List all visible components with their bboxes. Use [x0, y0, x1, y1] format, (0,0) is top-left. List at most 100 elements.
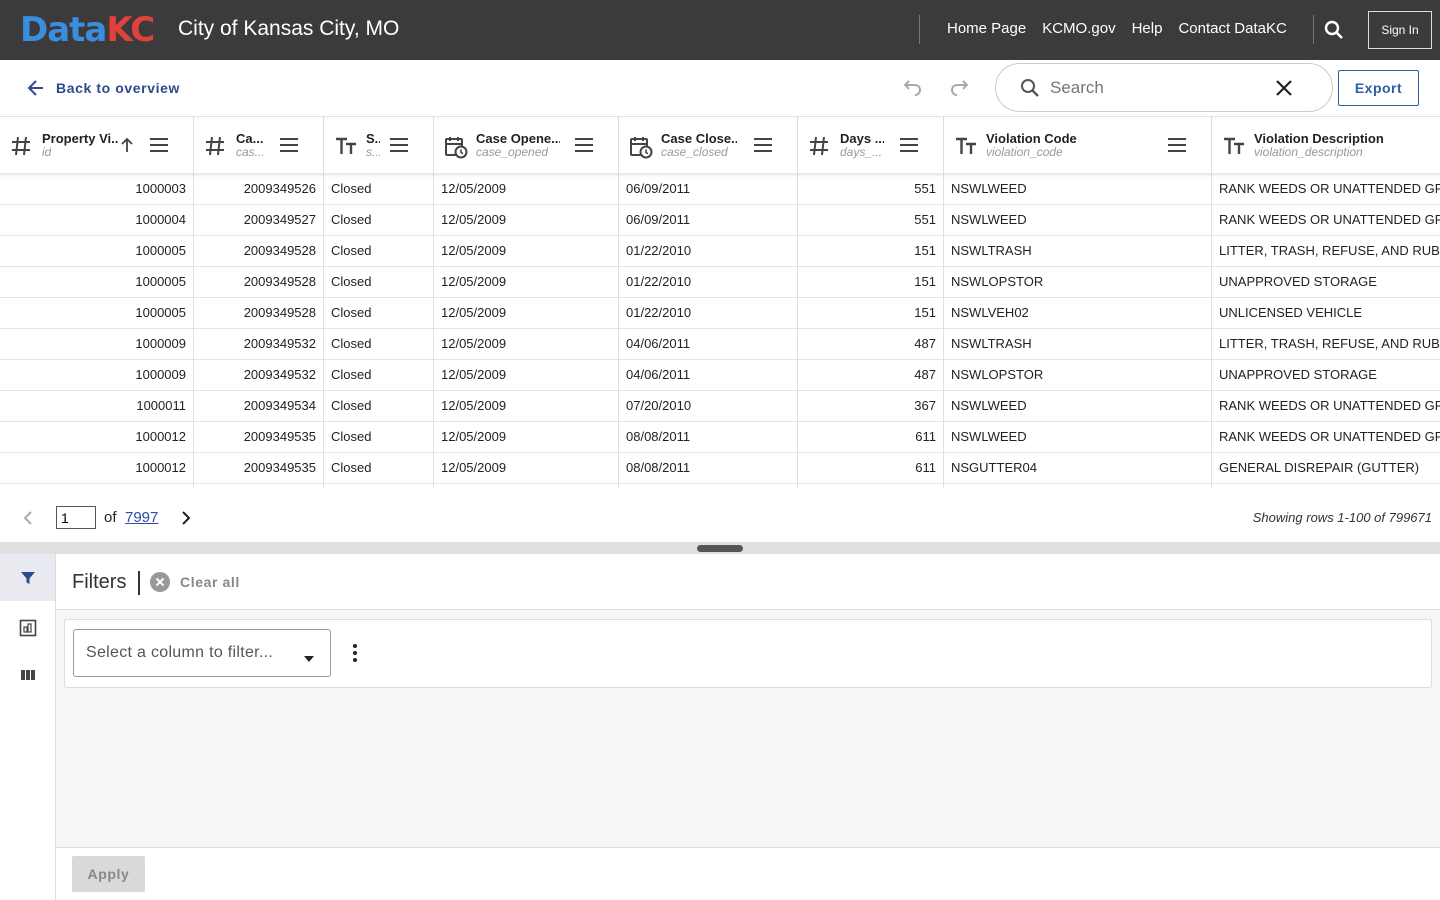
table-cell: 04/06/2011 [619, 360, 798, 391]
table-row[interactable]: 1000005 2009349528 Closed 12/05/2009 01/22/2… [0, 236, 1440, 267]
table-cell [944, 484, 1212, 488]
table-row[interactable] [0, 484, 1440, 488]
table-row[interactable]: 1000005 2009349528 Closed 12/05/2009 01/22/2… [0, 267, 1440, 298]
table-row[interactable]: 1000011 2009349534 Closed 12/05/2009 07/20/2… [0, 391, 1440, 422]
table-row[interactable]: 1000009 2009349532 Closed 12/05/2009 04/06/2… [0, 329, 1440, 360]
table-cell: 151 [798, 267, 944, 298]
column-header[interactable]: Violation Code violation_code [944, 117, 1212, 173]
column-menu-icon[interactable] [390, 137, 408, 153]
table-row[interactable]: 1000004 2009349527 Closed 12/05/2009 06/09/2… [0, 205, 1440, 236]
column-header[interactable]: Property Vi... id [0, 117, 194, 173]
logo-kc-text: KC [106, 10, 155, 50]
search-icon [1020, 78, 1040, 103]
column-title: Violation Description [1254, 131, 1384, 146]
column-filter-select[interactable]: Select a column to filter... [73, 629, 331, 677]
table-cell: 611 [798, 422, 944, 453]
export-button[interactable]: Export [1338, 70, 1419, 106]
row-count-status: Showing rows 1-100 of 799671 [1252, 510, 1432, 525]
table-cell: 1000004 [0, 205, 194, 236]
sidebar-item-visualize[interactable] [0, 604, 55, 651]
table-cell: 12/05/2009 [434, 329, 619, 360]
table-row[interactable]: 1000003 2009349526 Closed 12/05/2009 06/09/2… [0, 174, 1440, 205]
next-page-icon[interactable] [178, 510, 194, 531]
table-cell: 487 [798, 360, 944, 391]
page-number-input[interactable] [56, 506, 96, 529]
column-title: Days ... [840, 131, 884, 146]
column-header[interactable]: Case Opene... case_opened [434, 117, 619, 173]
table-cell: UNLICENSED VEHICLE [1212, 298, 1440, 329]
logo-data-text: Data [20, 10, 107, 50]
total-pages-link[interactable]: 7997 [125, 509, 158, 526]
table-cell: 2009349535 [194, 453, 324, 484]
table-cell: 2009349528 [194, 236, 324, 267]
table-cell: 12/05/2009 [434, 267, 619, 298]
table-cell: 2009349527 [194, 205, 324, 236]
clear-all-button[interactable]: Clear all [150, 572, 240, 592]
table-cell: Closed [324, 267, 434, 298]
redo-icon[interactable] [948, 76, 972, 100]
table-row[interactable]: 1000012 2009349535 Closed 12/05/2009 08/08/2… [0, 453, 1440, 484]
nav-contact-datakc[interactable]: Contact DataKC [1178, 20, 1286, 37]
apply-button[interactable]: Apply [72, 856, 145, 892]
table-cell: 2009349535 [194, 422, 324, 453]
column-menu-icon[interactable] [575, 137, 593, 153]
column-field-name: days_... [840, 145, 883, 159]
clear-search-icon[interactable] [1274, 78, 1294, 103]
column-menu-icon[interactable] [754, 137, 772, 153]
nav-kcmo-gov[interactable]: KCMO.gov [1042, 20, 1115, 37]
column-menu-icon[interactable] [150, 137, 168, 153]
column-field-name: violation_description [1254, 145, 1363, 159]
table-cell: 08/08/2011 [619, 453, 798, 484]
table-cell: NSWLWEED [944, 391, 1212, 422]
sidebar-item-filters[interactable] [0, 554, 55, 601]
sidebar-item-columns[interactable] [0, 651, 55, 698]
undo-icon[interactable] [900, 76, 924, 100]
table-cell: LITTER, TRASH, REFUSE, AND RUBBISH [1212, 329, 1440, 360]
nav-home-page[interactable]: Home Page [947, 20, 1026, 37]
previous-page-icon[interactable] [20, 510, 36, 531]
column-header[interactable]: S...s... [324, 117, 434, 173]
table-row[interactable]: 1000009 2009349532 Closed 12/05/2009 04/06/2… [0, 360, 1440, 391]
site-title[interactable]: City of Kansas City, MO [178, 17, 399, 41]
table-cell: NSGUTTER04 [944, 453, 1212, 484]
table-cell: 1000005 [0, 236, 194, 267]
table-cell: Closed [324, 174, 434, 205]
table-cell: 151 [798, 236, 944, 267]
divider [919, 15, 920, 44]
table-row[interactable]: 1000012 2009349535 Closed 12/05/2009 08/08/2… [0, 422, 1440, 453]
column-header[interactable]: Violation Description violation_descripti… [1212, 117, 1440, 173]
table-cell: Closed [324, 391, 434, 422]
table-cell: 01/22/2010 [619, 236, 798, 267]
table-cell: 12/05/2009 [434, 298, 619, 329]
table-cell [1212, 484, 1440, 488]
table-cell: 2009349528 [194, 267, 324, 298]
column-header[interactable]: Ca... cas... [194, 117, 324, 173]
table-row[interactable]: 1000005 2009349528 Closed 12/05/2009 01/22/2… [0, 298, 1440, 329]
table-cell: 01/22/2010 [619, 298, 798, 329]
search-input[interactable] [1050, 76, 1250, 100]
sign-in-button[interactable]: Sign In [1368, 11, 1432, 49]
number-type-icon [10, 135, 34, 157]
nav-help[interactable]: Help [1132, 20, 1163, 37]
splitter-handle[interactable] [697, 545, 743, 552]
column-menu-icon[interactable] [280, 137, 298, 153]
column-field-name: violation_code [986, 145, 1063, 159]
text-type-icon [334, 135, 358, 157]
datakc-logo[interactable]: DataKC [20, 10, 155, 50]
table-cell: UNAPPROVED STORAGE [1212, 360, 1440, 391]
table-cell: 1000003 [0, 174, 194, 205]
pager-of-label: of [104, 509, 117, 526]
table-cell: RANK WEEDS OR UNATTENDED GROWTH [1212, 391, 1440, 422]
column-header[interactable]: Case Close... case_closed [619, 117, 798, 173]
sort-ascending-icon[interactable] [120, 137, 134, 153]
table-cell: 1000011 [0, 391, 194, 422]
column-menu-icon[interactable] [900, 137, 918, 153]
column-title: Property Vi... [42, 131, 118, 146]
column-menu-icon[interactable] [1168, 137, 1186, 153]
back-to-overview-link[interactable]: Back to overview [26, 78, 180, 98]
column-header[interactable]: Days ... days_... [798, 117, 944, 173]
more-vertical-icon[interactable] [348, 642, 362, 669]
panel-sidebar [0, 554, 56, 900]
table-cell: NSWLWEED [944, 422, 1212, 453]
search-icon[interactable] [1324, 20, 1344, 40]
